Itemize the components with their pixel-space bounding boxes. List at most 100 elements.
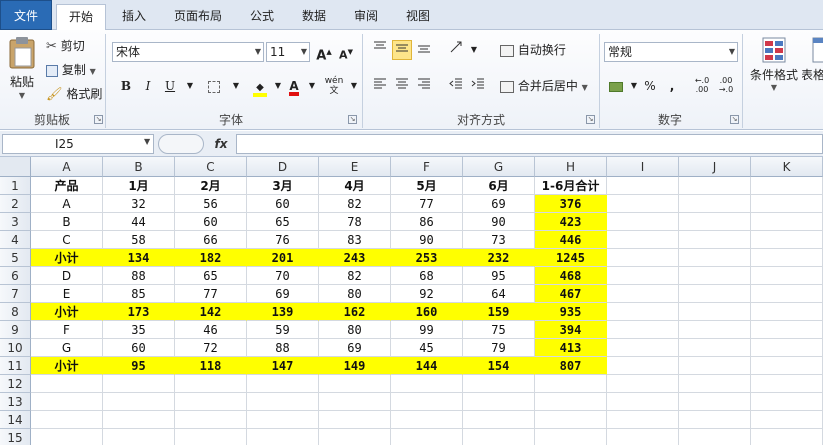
- column-header-k[interactable]: K: [751, 157, 823, 177]
- cell-a15[interactable]: [31, 429, 103, 445]
- chevron-down-icon[interactable]: ▼: [226, 76, 246, 96]
- percent-button[interactable]: %: [640, 76, 660, 96]
- number-format-select[interactable]: 常规 ▼: [604, 42, 738, 62]
- dialog-launcher-icon[interactable]: ↘: [730, 115, 739, 124]
- cell-e14[interactable]: [319, 411, 391, 429]
- cell-b4[interactable]: 58: [103, 231, 175, 249]
- cell-d6[interactable]: 70: [247, 267, 319, 285]
- italic-icon[interactable]: I: [138, 76, 158, 96]
- dialog-launcher-icon[interactable]: ↘: [586, 115, 595, 124]
- cell-d5[interactable]: 201: [247, 249, 319, 267]
- cell-e11[interactable]: 149: [319, 357, 391, 375]
- format-as-table-button[interactable]: 表格式: [802, 34, 823, 104]
- cell-j7[interactable]: [679, 285, 751, 303]
- cell-k5[interactable]: [751, 249, 823, 267]
- tab-data[interactable]: 数据: [292, 4, 336, 30]
- cell-j2[interactable]: [679, 195, 751, 213]
- cell-i8[interactable]: [607, 303, 679, 321]
- cell-e4[interactable]: 83: [319, 231, 391, 249]
- cell-c4[interactable]: 66: [175, 231, 247, 249]
- cell-i13[interactable]: [607, 393, 679, 411]
- cell-i6[interactable]: [607, 267, 679, 285]
- cell-d1[interactable]: 3月: [247, 177, 319, 195]
- cell-g5[interactable]: 232: [463, 249, 535, 267]
- cell-e15[interactable]: [319, 429, 391, 445]
- cell-i7[interactable]: [607, 285, 679, 303]
- row-header-7[interactable]: 7: [0, 285, 31, 303]
- row-header-5[interactable]: 5: [0, 249, 31, 267]
- cell-k2[interactable]: [751, 195, 823, 213]
- cell-j4[interactable]: [679, 231, 751, 249]
- cell-e1[interactable]: 4月: [319, 177, 391, 195]
- row-header-4[interactable]: 4: [0, 231, 31, 249]
- cell-i12[interactable]: [607, 375, 679, 393]
- cell-g3[interactable]: 90: [463, 213, 535, 231]
- cell-k1[interactable]: [751, 177, 823, 195]
- cell-k11[interactable]: [751, 357, 823, 375]
- cell-d8[interactable]: 139: [247, 303, 319, 321]
- cell-h7[interactable]: 467: [535, 285, 607, 303]
- column-header-c[interactable]: C: [175, 157, 247, 177]
- fill-color-icon[interactable]: ◆: [250, 76, 270, 97]
- cell-c10[interactable]: 72: [175, 339, 247, 357]
- cell-j14[interactable]: [679, 411, 751, 429]
- cell-i10[interactable]: [607, 339, 679, 357]
- cell-j9[interactable]: [679, 321, 751, 339]
- cell-b10[interactable]: 60: [103, 339, 175, 357]
- cell-k14[interactable]: [751, 411, 823, 429]
- formula-bar-splitter[interactable]: [158, 134, 204, 154]
- cell-d14[interactable]: [247, 411, 319, 429]
- cell-i2[interactable]: [607, 195, 679, 213]
- cell-e7[interactable]: 80: [319, 285, 391, 303]
- cell-j5[interactable]: [679, 249, 751, 267]
- tab-insert[interactable]: 插入: [112, 4, 156, 30]
- cell-b6[interactable]: 88: [103, 267, 175, 285]
- merge-center-button[interactable]: 合并后居中 ▼: [500, 76, 588, 96]
- font-size-select[interactable]: 11 ▼: [266, 42, 310, 62]
- cell-f15[interactable]: [391, 429, 463, 445]
- bold-icon[interactable]: B: [116, 76, 136, 96]
- cell-h3[interactable]: 423: [535, 213, 607, 231]
- row-header-13[interactable]: 13: [0, 393, 31, 411]
- cell-c13[interactable]: [175, 393, 247, 411]
- cell-a1[interactable]: 产品: [31, 177, 103, 195]
- cell-f9[interactable]: 99: [391, 321, 463, 339]
- cell-h1[interactable]: 1-6月合计: [535, 177, 607, 195]
- cell-b15[interactable]: [103, 429, 175, 445]
- cell-a10[interactable]: G: [31, 339, 103, 357]
- underline-icon[interactable]: U: [160, 76, 180, 96]
- column-header-a[interactable]: A: [31, 157, 103, 177]
- cell-e5[interactable]: 243: [319, 249, 391, 267]
- align-middle-icon[interactable]: [392, 40, 412, 60]
- increase-indent-icon[interactable]: [468, 76, 488, 96]
- tab-page-layout[interactable]: 页面布局: [164, 4, 232, 30]
- cell-b1[interactable]: 1月: [103, 177, 175, 195]
- cell-i14[interactable]: [607, 411, 679, 429]
- column-header-f[interactable]: F: [391, 157, 463, 177]
- cell-j1[interactable]: [679, 177, 751, 195]
- cell-c7[interactable]: 77: [175, 285, 247, 303]
- cell-i1[interactable]: [607, 177, 679, 195]
- cell-k8[interactable]: [751, 303, 823, 321]
- cell-g11[interactable]: 154: [463, 357, 535, 375]
- cell-d7[interactable]: 69: [247, 285, 319, 303]
- row-header-12[interactable]: 12: [0, 375, 31, 393]
- cell-f13[interactable]: [391, 393, 463, 411]
- column-header-g[interactable]: G: [463, 157, 535, 177]
- cell-e9[interactable]: 80: [319, 321, 391, 339]
- cell-k6[interactable]: [751, 267, 823, 285]
- cell-g15[interactable]: [463, 429, 535, 445]
- wrap-text-button[interactable]: 自动换行: [500, 40, 566, 60]
- cell-d4[interactable]: 76: [247, 231, 319, 249]
- formula-input[interactable]: [236, 134, 823, 154]
- cell-a6[interactable]: D: [31, 267, 103, 285]
- cell-c2[interactable]: 56: [175, 195, 247, 213]
- cell-c8[interactable]: 142: [175, 303, 247, 321]
- column-header-i[interactable]: I: [607, 157, 679, 177]
- cell-i11[interactable]: [607, 357, 679, 375]
- cell-j6[interactable]: [679, 267, 751, 285]
- cell-b13[interactable]: [103, 393, 175, 411]
- cell-g1[interactable]: 6月: [463, 177, 535, 195]
- cell-c15[interactable]: [175, 429, 247, 445]
- copy-button[interactable]: 复制 ▼: [46, 60, 96, 80]
